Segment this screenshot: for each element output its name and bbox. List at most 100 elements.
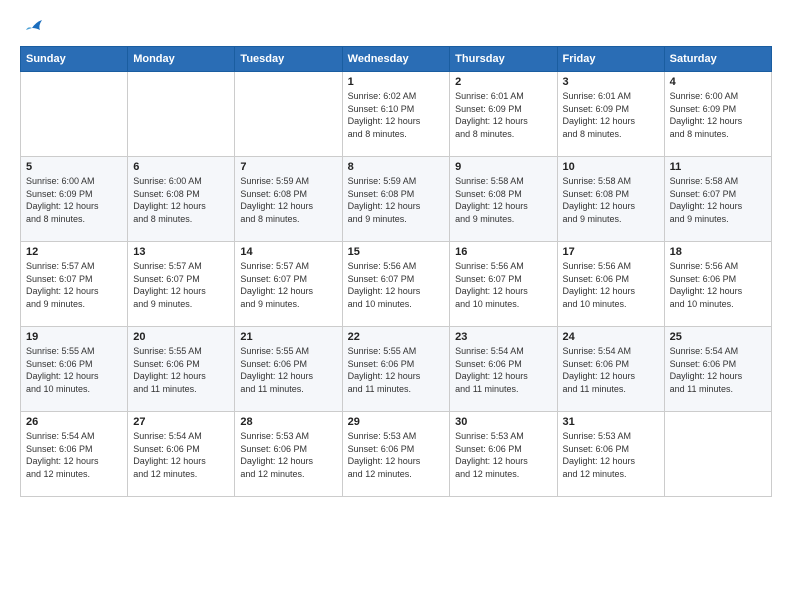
day-number: 12	[26, 246, 122, 258]
calendar-cell: 1 Sunrise: 6:02 AM Sunset: 6:10 PM Daylig…	[342, 72, 450, 157]
day-info: Sunrise: 5:53 AM Sunset: 6:06 PM Dayligh…	[563, 430, 659, 480]
day-number: 27	[133, 416, 229, 428]
day-info: Sunrise: 6:00 AM Sunset: 6:08 PM Dayligh…	[133, 175, 229, 225]
calendar-cell: 31Sunrise: 5:53 AM Sunset: 6:06 PM Dayli…	[557, 412, 664, 497]
weekday-header: Monday	[128, 47, 235, 72]
day-info: Sunrise: 6:01 AM Sunset: 6:09 PM Dayligh…	[563, 90, 659, 140]
day-info: Sunrise: 6:02 AM Sunset: 6:10 PM Dayligh…	[348, 90, 445, 140]
day-info: Sunrise: 5:58 AM Sunset: 6:08 PM Dayligh…	[455, 175, 551, 225]
calendar-cell: 14 Sunrise: 5:57 AM Sunset: 6:07 PM Dayli…	[235, 242, 342, 327]
day-number: 6	[133, 161, 229, 173]
day-number: 30	[455, 416, 551, 428]
day-number: 9	[455, 161, 551, 173]
calendar-cell: 10Sunrise: 5:58 AM Sunset: 6:08 PM Dayli…	[557, 157, 664, 242]
day-number: 24	[563, 331, 659, 343]
day-info: Sunrise: 5:57 AM Sunset: 6:07 PM Dayligh…	[133, 260, 229, 310]
day-info: Sunrise: 5:56 AM Sunset: 6:07 PM Dayligh…	[455, 260, 551, 310]
calendar-cell: 7 Sunrise: 5:59 AM Sunset: 6:08 PM Daylig…	[235, 157, 342, 242]
weekday-header: Wednesday	[342, 47, 450, 72]
day-info: Sunrise: 5:59 AM Sunset: 6:08 PM Dayligh…	[348, 175, 445, 225]
day-info: Sunrise: 6:00 AM Sunset: 6:09 PM Dayligh…	[670, 90, 766, 140]
day-number: 20	[133, 331, 229, 343]
day-number: 1	[348, 76, 445, 88]
logo	[20, 20, 44, 38]
calendar-week-row: 19 Sunrise: 5:55 AM Sunset: 6:06 PM Dayli…	[21, 327, 772, 412]
weekday-header: Sunday	[21, 47, 128, 72]
day-number: 21	[240, 331, 336, 343]
calendar-cell: 25 Sunrise: 5:54 AM Sunset: 6:06 PM Dayli…	[664, 327, 771, 412]
calendar-cell: 19 Sunrise: 5:55 AM Sunset: 6:06 PM Dayli…	[21, 327, 128, 412]
calendar-cell: 29Sunrise: 5:53 AM Sunset: 6:06 PM Dayli…	[342, 412, 450, 497]
calendar-cell: 5 Sunrise: 6:00 AM Sunset: 6:09 PM Daylig…	[21, 157, 128, 242]
day-number: 26	[26, 416, 122, 428]
day-info: Sunrise: 6:00 AM Sunset: 6:09 PM Dayligh…	[26, 175, 122, 225]
calendar-cell: 26 Sunrise: 5:54 AM Sunset: 6:06 PM Dayli…	[21, 412, 128, 497]
calendar-cell: 24 Sunrise: 5:54 AM Sunset: 6:06 PM Dayli…	[557, 327, 664, 412]
weekday-header: Friday	[557, 47, 664, 72]
calendar-cell: 12 Sunrise: 5:57 AM Sunset: 6:07 PM Dayli…	[21, 242, 128, 327]
day-info: Sunrise: 5:54 AM Sunset: 6:06 PM Dayligh…	[26, 430, 122, 480]
calendar-cell: 20 Sunrise: 5:55 AM Sunset: 6:06 PM Dayli…	[128, 327, 235, 412]
day-info: Sunrise: 6:01 AM Sunset: 6:09 PM Dayligh…	[455, 90, 551, 140]
calendar-cell: 11Sunrise: 5:58 AM Sunset: 6:07 PM Dayli…	[664, 157, 771, 242]
day-info: Sunrise: 5:53 AM Sunset: 6:06 PM Dayligh…	[240, 430, 336, 480]
day-number: 19	[26, 331, 122, 343]
calendar-cell	[21, 72, 128, 157]
day-number: 3	[563, 76, 659, 88]
day-number: 17	[563, 246, 659, 258]
page-header	[20, 20, 772, 38]
weekday-header: Tuesday	[235, 47, 342, 72]
calendar-cell: 22 Sunrise: 5:55 AM Sunset: 6:06 PM Dayli…	[342, 327, 450, 412]
calendar-cell: 18Sunrise: 5:56 AM Sunset: 6:06 PM Dayli…	[664, 242, 771, 327]
day-number: 5	[26, 161, 122, 173]
weekday-header-row: SundayMondayTuesdayWednesdayThursdayFrid…	[21, 47, 772, 72]
day-info: Sunrise: 5:53 AM Sunset: 6:06 PM Dayligh…	[455, 430, 551, 480]
day-info: Sunrise: 5:55 AM Sunset: 6:06 PM Dayligh…	[240, 345, 336, 395]
calendar-cell: 23 Sunrise: 5:54 AM Sunset: 6:06 PM Dayli…	[450, 327, 557, 412]
calendar-cell: 15 Sunrise: 5:56 AM Sunset: 6:07 PM Dayli…	[342, 242, 450, 327]
day-info: Sunrise: 5:54 AM Sunset: 6:06 PM Dayligh…	[563, 345, 659, 395]
day-number: 14	[240, 246, 336, 258]
calendar-cell: 17 Sunrise: 5:56 AM Sunset: 6:06 PM Dayli…	[557, 242, 664, 327]
calendar-week-row: 1 Sunrise: 6:02 AM Sunset: 6:10 PM Daylig…	[21, 72, 772, 157]
day-number: 13	[133, 246, 229, 258]
day-info: Sunrise: 5:58 AM Sunset: 6:08 PM Dayligh…	[563, 175, 659, 225]
day-info: Sunrise: 5:58 AM Sunset: 6:07 PM Dayligh…	[670, 175, 766, 225]
day-info: Sunrise: 5:57 AM Sunset: 6:07 PM Dayligh…	[26, 260, 122, 310]
day-info: Sunrise: 5:54 AM Sunset: 6:06 PM Dayligh…	[455, 345, 551, 395]
day-info: Sunrise: 5:56 AM Sunset: 6:06 PM Dayligh…	[563, 260, 659, 310]
day-number: 23	[455, 331, 551, 343]
day-number: 18	[670, 246, 766, 258]
weekday-header: Saturday	[664, 47, 771, 72]
calendar-cell	[128, 72, 235, 157]
day-info: Sunrise: 5:54 AM Sunset: 6:06 PM Dayligh…	[670, 345, 766, 395]
calendar-cell: 8 Sunrise: 5:59 AM Sunset: 6:08 PM Daylig…	[342, 157, 450, 242]
calendar-cell: 13 Sunrise: 5:57 AM Sunset: 6:07 PM Dayli…	[128, 242, 235, 327]
day-number: 2	[455, 76, 551, 88]
day-info: Sunrise: 5:56 AM Sunset: 6:07 PM Dayligh…	[348, 260, 445, 310]
calendar-week-row: 26 Sunrise: 5:54 AM Sunset: 6:06 PM Dayli…	[21, 412, 772, 497]
logo-bird-icon	[22, 20, 44, 40]
day-number: 29	[348, 416, 445, 428]
calendar-cell: 16Sunrise: 5:56 AM Sunset: 6:07 PM Dayli…	[450, 242, 557, 327]
day-info: Sunrise: 5:55 AM Sunset: 6:06 PM Dayligh…	[26, 345, 122, 395]
calendar-cell: 4 Sunrise: 6:00 AM Sunset: 6:09 PM Daylig…	[664, 72, 771, 157]
day-number: 22	[348, 331, 445, 343]
day-number: 7	[240, 161, 336, 173]
calendar-cell: 9 Sunrise: 5:58 AM Sunset: 6:08 PM Daylig…	[450, 157, 557, 242]
day-number: 4	[670, 76, 766, 88]
day-info: Sunrise: 5:59 AM Sunset: 6:08 PM Dayligh…	[240, 175, 336, 225]
day-number: 25	[670, 331, 766, 343]
day-number: 15	[348, 246, 445, 258]
weekday-header: Thursday	[450, 47, 557, 72]
calendar-table: SundayMondayTuesdayWednesdayThursdayFrid…	[20, 46, 772, 497]
day-number: 8	[348, 161, 445, 173]
calendar-cell: 6 Sunrise: 6:00 AM Sunset: 6:08 PM Daylig…	[128, 157, 235, 242]
day-info: Sunrise: 5:57 AM Sunset: 6:07 PM Dayligh…	[240, 260, 336, 310]
calendar-week-row: 5 Sunrise: 6:00 AM Sunset: 6:09 PM Daylig…	[21, 157, 772, 242]
day-info: Sunrise: 5:55 AM Sunset: 6:06 PM Dayligh…	[133, 345, 229, 395]
calendar-cell: 2 Sunrise: 6:01 AM Sunset: 6:09 PM Daylig…	[450, 72, 557, 157]
day-number: 28	[240, 416, 336, 428]
calendar-cell: 28 Sunrise: 5:53 AM Sunset: 6:06 PM Dayli…	[235, 412, 342, 497]
day-info: Sunrise: 5:55 AM Sunset: 6:06 PM Dayligh…	[348, 345, 445, 395]
